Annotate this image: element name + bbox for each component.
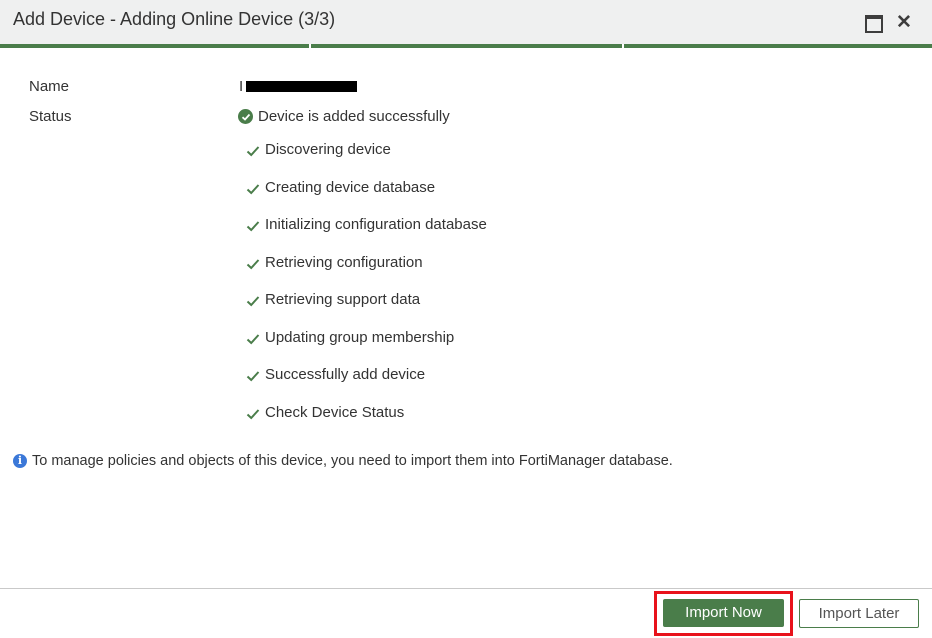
import-now-button[interactable]: Import Now	[663, 599, 784, 627]
checkmark-icon	[246, 221, 260, 232]
progress-step-list: Discovering device Creating device datab…	[246, 141, 487, 441]
step-item: Retrieving support data	[246, 291, 487, 329]
step-item: Discovering device	[246, 141, 487, 179]
step-label: Successfully add device	[265, 366, 426, 383]
step-item: Successfully add device	[246, 366, 487, 404]
redacted-device-name	[246, 81, 357, 92]
step-item: Updating group membership	[246, 329, 487, 367]
checkmark-icon	[246, 183, 260, 194]
step-item: Initializing configuration database	[246, 216, 487, 254]
device-name-value: I	[239, 78, 244, 95]
status-label: Status	[29, 108, 72, 125]
info-message: i To manage policies and objects of this…	[13, 453, 673, 469]
step-label: Creating device database	[265, 178, 436, 196]
checkmark-icon	[246, 296, 260, 307]
step-label: Discovering device	[265, 141, 391, 158]
wizard-progress-bar	[0, 44, 932, 48]
success-circle-icon	[238, 109, 253, 124]
step-label: Updating group membership	[265, 328, 455, 346]
dialog-title: Add Device - Adding Online Device (3/3)	[13, 9, 336, 29]
step-item: Creating device database	[246, 179, 487, 217]
info-icon: i	[13, 454, 27, 468]
checkmark-icon	[246, 258, 260, 269]
step-item: Check Device Status	[246, 404, 487, 442]
checkmark-icon	[246, 371, 260, 382]
step-label: Check Device Status	[265, 403, 405, 421]
close-icon[interactable]: ✕	[895, 13, 913, 32]
import-later-button[interactable]: Import Later	[799, 599, 919, 628]
status-value: Device is added successfully	[238, 108, 450, 125]
checkmark-icon	[246, 146, 260, 157]
info-text: To manage policies and objects of this d…	[32, 453, 673, 469]
progress-step-1	[0, 44, 309, 48]
step-label: Retrieving configuration	[265, 253, 423, 271]
footer-divider	[0, 588, 932, 589]
step-label: Retrieving support data	[265, 291, 421, 308]
name-label: Name	[29, 78, 70, 95]
step-label: Initializing configuration database	[265, 216, 487, 233]
step-item: Retrieving configuration	[246, 254, 487, 292]
dialog-titlebar: Add Device - Adding Online Device (3/3) …	[0, 0, 932, 44]
maximize-icon[interactable]	[865, 14, 883, 33]
checkmark-icon	[246, 333, 260, 344]
checkmark-icon	[246, 408, 260, 419]
progress-step-2	[311, 44, 622, 48]
status-text: Device is added successfully	[258, 108, 450, 125]
progress-step-3	[624, 44, 932, 48]
